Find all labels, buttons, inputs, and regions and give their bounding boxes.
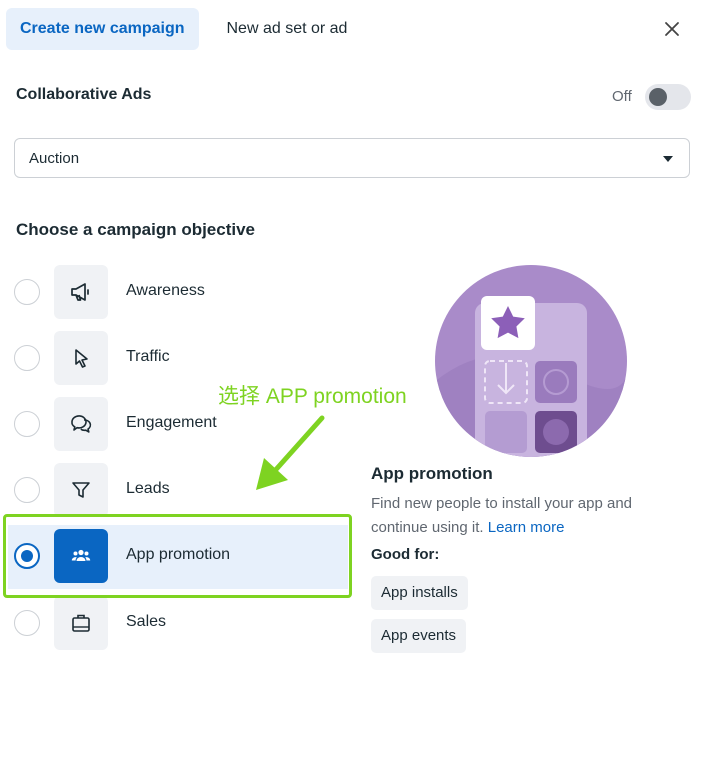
radio-sales[interactable]	[14, 610, 40, 636]
radio-awareness[interactable]	[14, 279, 40, 305]
annotation-highlight-box	[3, 514, 352, 598]
toggle-knob	[649, 88, 667, 106]
radio-traffic[interactable]	[14, 345, 40, 371]
filter-icon	[54, 463, 108, 517]
toggle-state-label: Off	[612, 88, 632, 105]
chip-app-installs: App installs	[371, 576, 468, 610]
buying-type-select[interactable]: Auction	[14, 138, 690, 178]
learn-more-link[interactable]: Learn more	[488, 519, 565, 536]
annotation-text: 选择 APP promotion	[218, 385, 407, 408]
objective-label: Leads	[126, 480, 170, 497]
objective-label: Engagement	[126, 414, 217, 431]
collaborative-ads-toggle[interactable]	[645, 84, 691, 110]
good-for-label: Good for:	[371, 546, 440, 563]
detail-title: App promotion	[371, 464, 493, 483]
close-icon[interactable]	[657, 14, 687, 44]
objective-sales[interactable]: Sales	[8, 592, 348, 656]
shopping-bag-icon	[54, 596, 108, 650]
annotation-arrow-icon	[256, 415, 325, 490]
buying-type-value: Auction	[29, 150, 80, 167]
cursor-icon	[54, 331, 108, 385]
detail-description-block: Find new people to install your app and …	[371, 492, 691, 540]
objective-label: Traffic	[126, 348, 170, 365]
objective-heading: Choose a campaign objective	[16, 220, 256, 239]
megaphone-icon	[54, 265, 108, 319]
caret-down-icon	[663, 156, 673, 162]
radio-leads[interactable]	[14, 477, 40, 503]
tab-create-new-campaign[interactable]: Create new campaign	[6, 8, 199, 50]
radio-engagement[interactable]	[14, 411, 40, 437]
chat-bubbles-icon	[54, 397, 108, 451]
objective-label: Sales	[126, 613, 167, 630]
objective-label: Awareness	[126, 282, 205, 299]
campaign-tabs: Create new campaign New ad set or ad	[6, 8, 361, 50]
collaborative-ads-label: Collaborative Ads	[16, 86, 152, 103]
app-promotion-illustration	[435, 265, 627, 457]
tab-new-ad-set-or-ad[interactable]: New ad set or ad	[213, 8, 362, 50]
objective-awareness[interactable]: Awareness	[8, 261, 348, 325]
chip-app-events: App events	[371, 619, 467, 653]
